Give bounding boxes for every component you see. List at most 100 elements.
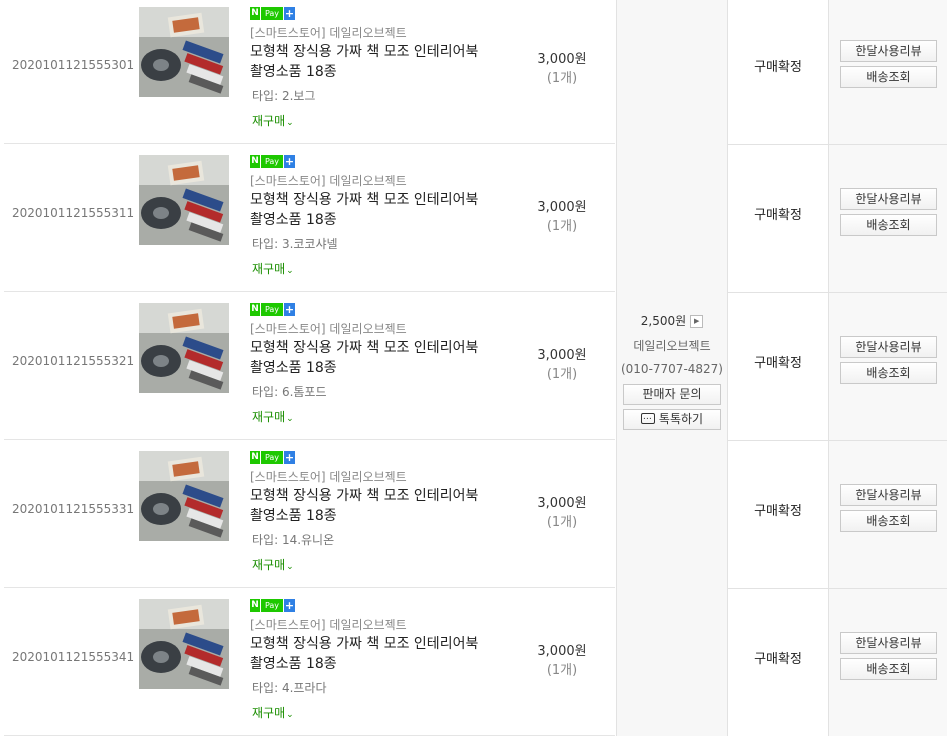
order-status: 구매확정 bbox=[754, 504, 802, 519]
order-status: 구매확정 bbox=[754, 356, 802, 371]
rebuy-label: 재구매 bbox=[252, 706, 286, 720]
chevron-down-icon: ⌄ bbox=[286, 118, 294, 128]
shipping-fee-value: 2,500원 bbox=[640, 314, 687, 328]
store-name[interactable]: [스마트스토어] 데일리오브젝트 bbox=[250, 320, 407, 337]
track-shipping-button[interactable]: 배송조회 bbox=[840, 362, 937, 384]
order-number[interactable]: 2020101121555331 bbox=[12, 502, 134, 516]
item-price: 3,000원 bbox=[537, 200, 587, 215]
naver-pay-badge: N Pay + bbox=[250, 155, 295, 168]
talktalk-label: 톡톡하기 bbox=[658, 412, 704, 426]
item-price: 3,000원 bbox=[537, 52, 587, 67]
product-name-line2: 촬영소품 18종 bbox=[250, 360, 337, 376]
naver-n-logo: N bbox=[250, 7, 260, 20]
item-quantity: (1개) bbox=[546, 515, 578, 530]
item-price: 3,000원 bbox=[537, 644, 587, 659]
product-name-line2: 촬영소품 18종 bbox=[250, 656, 337, 672]
product-name[interactable]: 모형책 장식용 가짜 책 모조 인테리어북 촬영소품 18종 bbox=[250, 486, 510, 526]
order-number[interactable]: 2020101121555341 bbox=[12, 650, 134, 664]
order-row: 2020101121555341 N Pay + [스마트스토어] 데일리오브젝… bbox=[0, 588, 947, 736]
shipping-fee: 2,500원 ▶ bbox=[616, 312, 728, 329]
chevron-down-icon: ⌄ bbox=[286, 562, 294, 572]
product-name[interactable]: 모형책 장식용 가짜 책 모조 인테리어북 촬영소품 18종 bbox=[250, 190, 510, 230]
track-shipping-button[interactable]: 배송조회 bbox=[840, 658, 937, 680]
pay-label: Pay bbox=[260, 303, 283, 316]
plus-icon: + bbox=[284, 599, 295, 612]
item-quantity: (1개) bbox=[546, 71, 578, 86]
order-row: 2020101121555301 N Pay + [스마트스토어] 데일리오브젝… bbox=[0, 0, 947, 144]
naver-pay-badge: N Pay + bbox=[250, 303, 295, 316]
rebuy-link[interactable]: 재구매⌄ bbox=[252, 112, 294, 129]
item-quantity: (1개) bbox=[546, 663, 578, 678]
chevron-down-icon: ⌄ bbox=[286, 266, 294, 276]
order-row: 2020101121555321 N Pay + [스마트스토어] 데일리오브젝… bbox=[0, 292, 947, 440]
product-name[interactable]: 모형책 장식용 가짜 책 모조 인테리어북 촬영소품 18종 bbox=[250, 338, 510, 378]
naver-n-logo: N bbox=[250, 599, 260, 612]
rebuy-label: 재구매 bbox=[252, 114, 286, 128]
product-name-line1: 모형책 장식용 가짜 책 모조 인테리어북 bbox=[250, 340, 479, 356]
track-shipping-button[interactable]: 배송조회 bbox=[840, 510, 937, 532]
product-thumbnail[interactable] bbox=[139, 7, 229, 97]
monthly-review-button[interactable]: 한달사용리뷰 bbox=[840, 188, 937, 210]
product-thumbnail[interactable] bbox=[139, 155, 229, 245]
product-option: 타입: 4.프라다 bbox=[252, 681, 327, 695]
monthly-review-button[interactable]: 한달사용리뷰 bbox=[840, 632, 937, 654]
store-name[interactable]: [스마트스토어] 데일리오브젝트 bbox=[250, 468, 407, 485]
store-name[interactable]: [스마트스토어] 데일리오브젝트 bbox=[250, 24, 407, 41]
item-price: 3,000원 bbox=[537, 496, 587, 511]
product-name-line2: 촬영소품 18종 bbox=[250, 212, 337, 228]
order-table: 2020101121555301 N Pay + [스마트스토어] 데일리오브젝… bbox=[0, 0, 947, 736]
monthly-review-button[interactable]: 한달사용리뷰 bbox=[840, 40, 937, 62]
naver-n-logo: N bbox=[250, 303, 260, 316]
naver-pay-badge: N Pay + bbox=[250, 451, 295, 464]
play-arrow-icon[interactable]: ▶ bbox=[690, 315, 704, 328]
monthly-review-button[interactable]: 한달사용리뷰 bbox=[840, 484, 937, 506]
naver-pay-badge: N Pay + bbox=[250, 599, 295, 612]
store-name[interactable]: [스마트스토어] 데일리오브젝트 bbox=[250, 172, 407, 189]
naver-pay-badge: N Pay + bbox=[250, 7, 295, 20]
order-row: 2020101121555331 N Pay + [스마트스토어] 데일리오브젝… bbox=[0, 440, 947, 588]
talktalk-button[interactable]: 톡톡하기 bbox=[623, 408, 721, 430]
chat-bubble-icon bbox=[640, 408, 655, 427]
order-number[interactable]: 2020101121555301 bbox=[12, 58, 134, 72]
track-shipping-button[interactable]: 배송조회 bbox=[840, 214, 937, 236]
store-name[interactable]: [스마트스토어] 데일리오브젝트 bbox=[250, 616, 407, 633]
product-name-line1: 모형책 장식용 가짜 책 모조 인테리어북 bbox=[250, 44, 479, 60]
rebuy-link[interactable]: 재구매⌄ bbox=[252, 704, 294, 721]
product-image bbox=[139, 303, 229, 393]
rebuy-link[interactable]: 재구매⌄ bbox=[252, 556, 294, 573]
product-option: 타입: 6.톰포드 bbox=[252, 385, 327, 399]
product-thumbnail[interactable] bbox=[139, 451, 229, 541]
plus-icon: + bbox=[284, 155, 295, 168]
product-name-line2: 촬영소품 18종 bbox=[250, 508, 337, 524]
rebuy-label: 재구매 bbox=[252, 410, 286, 424]
order-row: 2020101121555311 N Pay + [스마트스토어] 데일리오브젝… bbox=[0, 144, 947, 292]
product-thumbnail[interactable] bbox=[139, 303, 229, 393]
product-option: 타입: 14.유니온 bbox=[252, 533, 335, 547]
plus-icon: + bbox=[284, 451, 295, 464]
order-number[interactable]: 2020101121555311 bbox=[12, 206, 134, 220]
product-thumbnail[interactable] bbox=[139, 599, 229, 689]
rebuy-link[interactable]: 재구매⌄ bbox=[252, 408, 294, 425]
product-image bbox=[139, 7, 229, 97]
seller-name: 데일리오브젝트 bbox=[633, 339, 711, 353]
order-status: 구매확정 bbox=[754, 60, 802, 75]
rebuy-link[interactable]: 재구매⌄ bbox=[252, 260, 294, 277]
product-option: 타입: 2.보그 bbox=[252, 89, 316, 103]
plus-icon: + bbox=[284, 303, 295, 316]
pay-label: Pay bbox=[260, 155, 283, 168]
monthly-review-button[interactable]: 한달사용리뷰 bbox=[840, 336, 937, 358]
product-name[interactable]: 모형책 장식용 가짜 책 모조 인테리어북 촬영소품 18종 bbox=[250, 634, 510, 674]
seller-phone: (010-7707-4827) bbox=[620, 362, 723, 376]
product-name-line1: 모형책 장식용 가짜 책 모조 인테리어북 bbox=[250, 192, 479, 208]
naver-n-logo: N bbox=[250, 155, 260, 168]
chevron-down-icon: ⌄ bbox=[286, 710, 294, 720]
product-image bbox=[139, 451, 229, 541]
product-option: 타입: 3.코코샤넬 bbox=[252, 237, 338, 251]
seller-inquiry-button[interactable]: 판매자 문의 bbox=[623, 384, 721, 405]
track-shipping-button[interactable]: 배송조회 bbox=[840, 66, 937, 88]
order-number[interactable]: 2020101121555321 bbox=[12, 354, 134, 368]
product-image bbox=[139, 155, 229, 245]
product-name[interactable]: 모형책 장식용 가짜 책 모조 인테리어북 촬영소품 18종 bbox=[250, 42, 510, 82]
product-image bbox=[139, 599, 229, 689]
order-status: 구매확정 bbox=[754, 208, 802, 223]
